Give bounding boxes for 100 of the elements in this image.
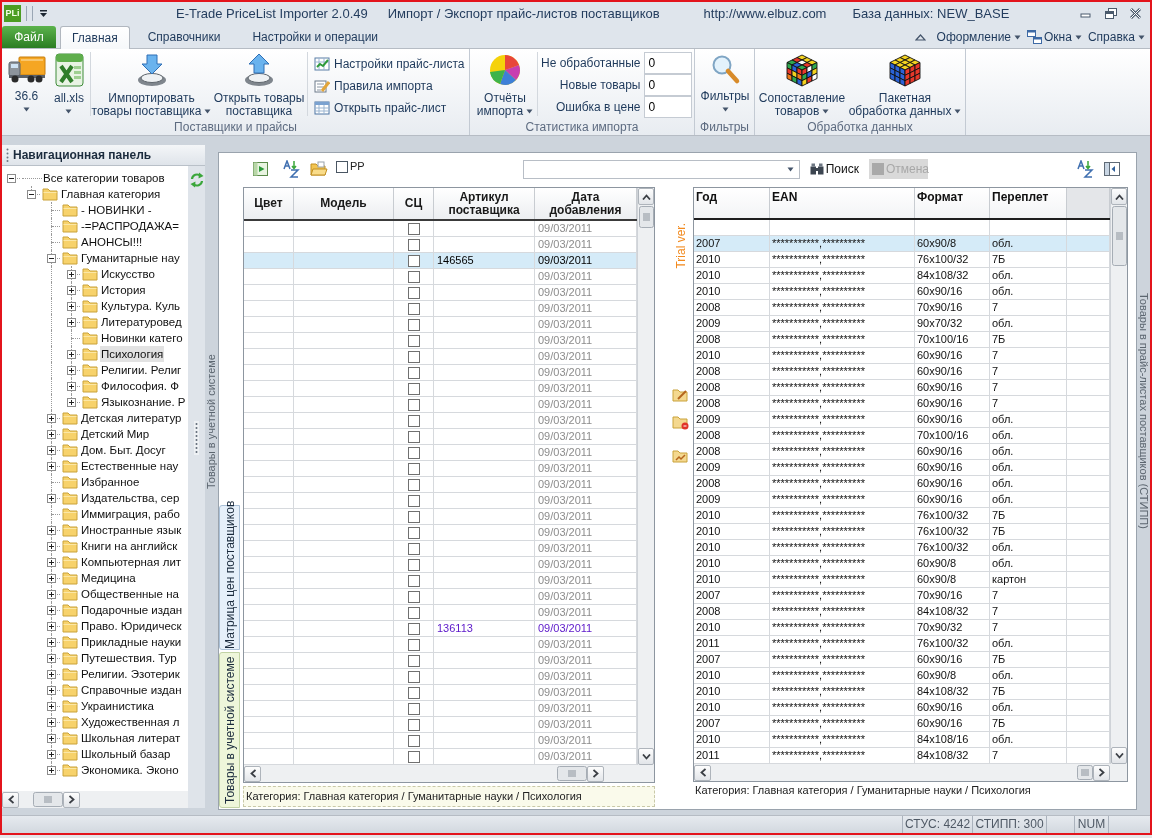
column-header[interactable]: Артикул поставщика — [434, 188, 535, 219]
table-row[interactable]: 09/03/2011 — [244, 429, 637, 445]
table-row[interactable]: 2008 ***********,********** 84x108/32 7 — [694, 604, 1110, 620]
search-button[interactable]: Поиск — [807, 159, 861, 179]
table-row[interactable]: 09/03/2011 — [244, 573, 637, 589]
checkbox[interactable] — [407, 574, 420, 587]
table-row[interactable]: 09/03/2011 — [244, 701, 637, 717]
sort-arrows-icon[interactable] — [1076, 160, 1094, 178]
checkbox[interactable] — [407, 414, 420, 427]
checkbox[interactable] — [407, 238, 420, 251]
tree-item[interactable]: АНОНСЫ!!! — [80, 234, 144, 250]
table-row[interactable]: 2010 ***********,********** 70x90/32 7 — [694, 620, 1110, 636]
table-row[interactable]: 2008 ***********,********** 60x90/16 обл. — [694, 444, 1110, 460]
checkbox[interactable] — [407, 670, 420, 683]
table-row[interactable]: 09/03/2011 — [244, 653, 637, 669]
plus-box-icon[interactable] — [47, 573, 56, 583]
table-row[interactable]: 09/03/2011 — [244, 637, 637, 653]
tree-item[interactable]: Культура. Куль — [100, 298, 182, 314]
table-row[interactable]: 09/03/2011 — [244, 237, 637, 253]
checkbox[interactable] — [407, 542, 420, 555]
tree-item[interactable]: Украинистика — [80, 698, 155, 714]
plus-box-icon[interactable] — [67, 285, 76, 295]
table-row[interactable]: 2008 ***********,********** 70x90/16 7 — [694, 300, 1110, 316]
tree-item[interactable]: Детский Мир — [80, 426, 151, 442]
checkbox[interactable] — [407, 366, 420, 379]
table-row[interactable]: 09/03/2011 — [244, 461, 637, 477]
minus-box-icon[interactable] — [27, 189, 36, 199]
minus-box-icon[interactable] — [7, 173, 16, 183]
table-row[interactable]: 2010 ***********,********** 76x100/32 7Б — [694, 252, 1110, 268]
vertical-scrollbar[interactable] — [1110, 188, 1127, 764]
plus-box-icon[interactable] — [47, 765, 56, 775]
plus-box-icon[interactable] — [67, 381, 76, 391]
plus-box-icon[interactable] — [47, 653, 56, 663]
scroll-thumb[interactable] — [557, 766, 587, 781]
ribbon-button[interactable]: Открыть прайс-лист — [312, 97, 467, 119]
table-row[interactable]: 2009 ***********,********** 60x90/16 обл. — [694, 412, 1110, 428]
plus-box-icon[interactable] — [47, 749, 56, 759]
plus-box-icon[interactable] — [47, 445, 56, 455]
plus-box-icon[interactable] — [67, 269, 76, 279]
checkbox[interactable] — [407, 558, 420, 571]
plus-box-icon[interactable] — [47, 413, 56, 423]
scroll-thumb[interactable] — [639, 206, 654, 228]
checkbox[interactable] — [407, 494, 420, 507]
table-row[interactable]: 09/03/2011 — [244, 749, 637, 765]
plus-box-icon[interactable] — [67, 397, 76, 407]
table-row[interactable]: 2010 ***********,********** 76x100/32 7Б — [694, 524, 1110, 540]
plus-box-icon[interactable] — [47, 685, 56, 695]
table-row[interactable]: 136113 09/03/2011 — [244, 621, 637, 637]
tree-item[interactable]: Издательства, сер — [80, 490, 181, 506]
checkbox[interactable] — [407, 702, 420, 715]
tree-item[interactable]: Религии. Эзотерик — [80, 666, 181, 682]
table-row[interactable]: 09/03/2011 — [244, 269, 637, 285]
tree-item[interactable]: Дом. Быт. Досуг — [80, 442, 167, 458]
plus-box-icon[interactable] — [47, 701, 56, 711]
checkbox[interactable] — [407, 430, 420, 443]
table-row[interactable]: 2010 ***********,********** 60x90/16 обл. — [694, 700, 1110, 716]
side-tab[interactable]: Товары в учетной системе — [219, 652, 240, 808]
table-row[interactable]: 2007 ***********,********** 70x90/16 7 — [694, 588, 1110, 604]
plus-box-icon[interactable] — [47, 461, 56, 471]
plus-box-icon[interactable] — [47, 637, 56, 647]
plus-box-icon[interactable] — [47, 557, 56, 567]
scroll-left-button[interactable] — [694, 764, 711, 781]
tree-item[interactable]: Избранное — [80, 474, 141, 490]
table-row[interactable]: 09/03/2011 — [244, 221, 637, 237]
tree-item[interactable]: Книги на английск — [80, 538, 179, 554]
checkbox[interactable] — [407, 270, 420, 283]
table-row[interactable]: 09/03/2011 — [244, 605, 637, 621]
table-row[interactable]: 2008 ***********,********** 60x90/16 7 — [694, 396, 1110, 412]
tree-item[interactable]: Школьный базар — [80, 746, 172, 762]
table-row[interactable]: 2010 ***********,********** 60x90/8 обл. — [694, 556, 1110, 572]
column-header[interactable]: Формат — [915, 188, 990, 218]
checkbox[interactable] — [407, 622, 420, 635]
folder-badge-icon[interactable] — [671, 414, 690, 430]
table-row[interactable]: 09/03/2011 — [244, 317, 637, 333]
vertical-scrollbar[interactable] — [637, 188, 654, 765]
tree-item[interactable]: Компьютерная лит — [80, 554, 183, 570]
plus-box-icon[interactable] — [47, 589, 56, 599]
tree-item[interactable]: Психология — [100, 346, 165, 362]
checkbox[interactable] — [407, 654, 420, 667]
ribbon-button[interactable]: Настройки прайс-листа — [312, 53, 467, 75]
table-row[interactable]: 2009 ***********,********** 90x70/32 обл. — [694, 316, 1110, 332]
horizontal-scrollbar[interactable] — [694, 764, 1110, 781]
tree-item[interactable]: - НОВИНКИ - — [80, 202, 153, 218]
plus-box-icon[interactable] — [67, 365, 76, 375]
table-row[interactable]: 09/03/2011 — [244, 493, 637, 509]
table-row[interactable]: 2011 ***********,********** 76x100/32 обл. — [694, 636, 1110, 652]
checkbox[interactable] — [407, 334, 420, 347]
checkbox[interactable] — [407, 222, 420, 235]
ribbon-button[interactable]: Фильтры — [698, 49, 752, 119]
table-row[interactable]: 09/03/2011 — [244, 397, 637, 413]
table-row[interactable]: 09/03/2011 — [244, 413, 637, 429]
checkbox[interactable] — [407, 254, 420, 267]
tree-item[interactable]: Справочные издан — [80, 682, 183, 698]
table-row[interactable]: 09/03/2011 — [244, 301, 637, 317]
tree-item[interactable]: Путешествия. Тур — [80, 650, 178, 666]
table-row[interactable]: 2010 ***********,********** 60x90/16 обл. — [694, 284, 1110, 300]
checkbox[interactable] — [407, 526, 420, 539]
chevron-up-icon[interactable] — [914, 33, 926, 41]
folder-open-icon[interactable] — [310, 161, 328, 177]
ribbon-button[interactable]: Сопоставление товаров — [759, 49, 845, 119]
